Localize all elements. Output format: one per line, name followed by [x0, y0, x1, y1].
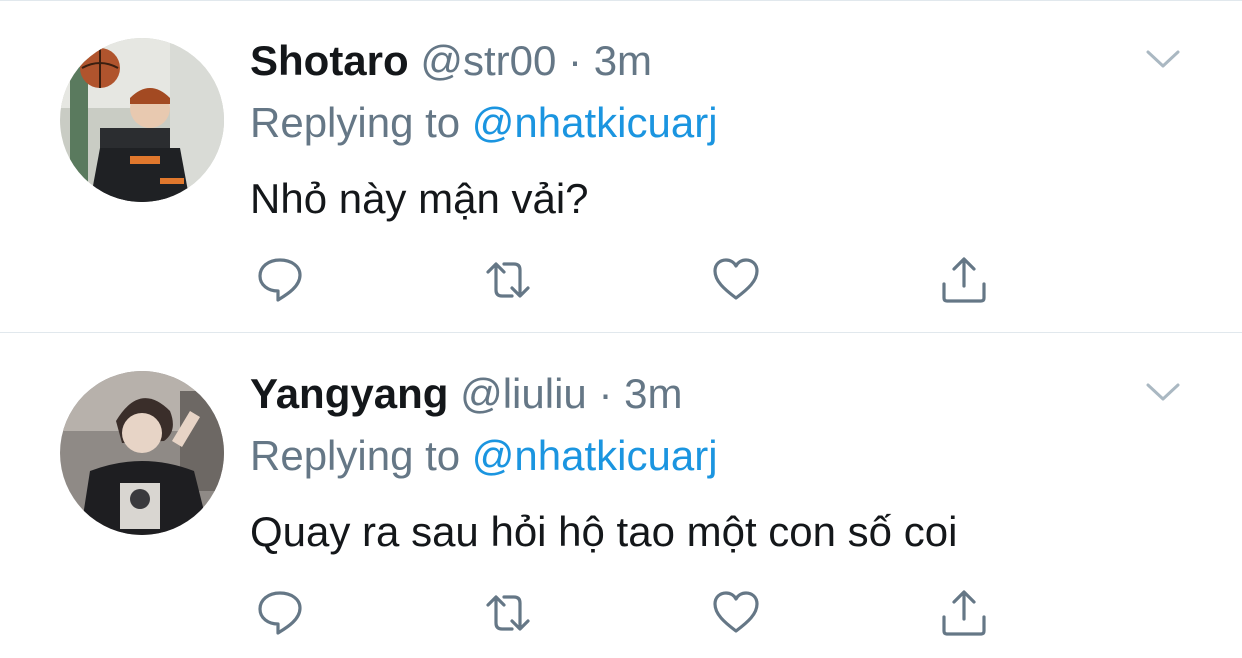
timestamp[interactable]: 3m: [594, 37, 652, 84]
share-icon[interactable]: [938, 254, 990, 306]
mention-link[interactable]: @nhatkicuarj: [472, 99, 718, 146]
tweet-actions: [0, 587, 1242, 639]
display-name[interactable]: Yangyang: [250, 370, 448, 417]
avatar[interactable]: [60, 38, 224, 202]
replying-to-label: Replying to: [250, 99, 461, 146]
tweet-header: Yangyang @liuliu · 3m: [250, 369, 682, 419]
chevron-down-icon[interactable]: [1142, 377, 1184, 407]
mention-link[interactable]: @nhatkicuarj: [472, 432, 718, 479]
like-icon[interactable]: [710, 254, 762, 306]
tweet-actions: [0, 254, 1242, 306]
tweet-item[interactable]: Shotaro @str00 · 3m Replying to @nhatkic…: [0, 0, 1242, 332]
separator-dot: ·: [598, 370, 613, 417]
tweet-text: Nhỏ này mận vải?: [250, 175, 589, 222]
tweet-header: Shotaro @str00 · 3m: [250, 36, 652, 86]
separator-dot: ·: [568, 37, 583, 84]
user-handle[interactable]: @str00: [420, 37, 556, 84]
share-icon[interactable]: [938, 587, 990, 639]
retweet-icon[interactable]: [482, 254, 534, 306]
tweet-text: Quay ra sau hỏi hộ tao một con số coi: [250, 508, 958, 555]
timestamp[interactable]: 3m: [624, 370, 682, 417]
tweet-item[interactable]: Yangyang @liuliu · 3m Replying to @nhatk…: [0, 333, 1242, 658]
replying-to-line: Replying to @nhatkicuarj: [250, 98, 718, 148]
user-handle[interactable]: @liuliu: [460, 370, 587, 417]
chevron-down-icon[interactable]: [1142, 44, 1184, 74]
retweet-icon[interactable]: [482, 587, 534, 639]
reply-icon[interactable]: [254, 587, 306, 639]
display-name[interactable]: Shotaro: [250, 37, 409, 84]
reply-icon[interactable]: [254, 254, 306, 306]
like-icon[interactable]: [710, 587, 762, 639]
replying-to-line: Replying to @nhatkicuarj: [250, 431, 718, 481]
replying-to-label: Replying to: [250, 432, 461, 479]
avatar[interactable]: [60, 371, 224, 535]
